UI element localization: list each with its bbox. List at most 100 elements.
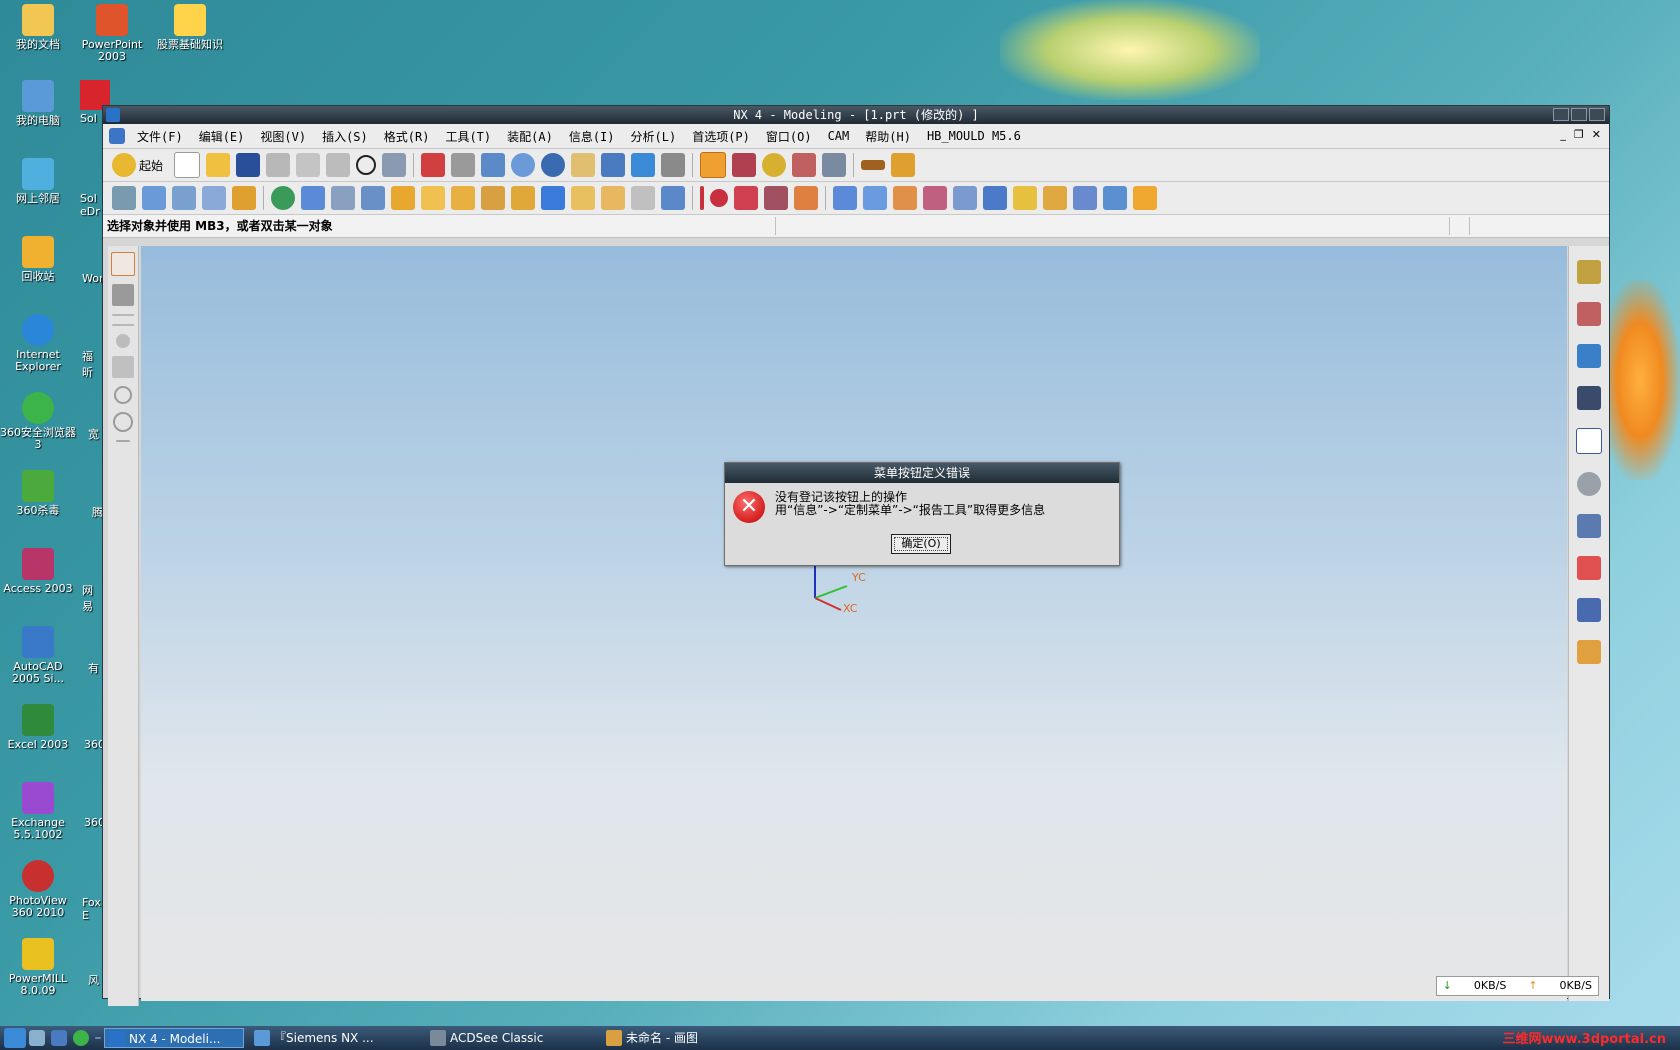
task-nx[interactable]: NX 4 - Modeli... [104,1028,244,1048]
zoom-window-icon[interactable] [451,153,476,177]
curve-ops-icon[interactable] [794,186,818,210]
start-icon[interactable] [112,153,136,177]
boss-icon[interactable] [361,186,385,210]
trim-body-icon[interactable] [601,186,625,210]
web-browser-icon[interactable] [1577,344,1601,368]
desktop-icon-powerpoint[interactable]: PowerPoint 2003 [74,4,150,63]
new-file-icon[interactable] [174,152,201,178]
selection-icon[interactable] [700,152,727,178]
snap-point-icon[interactable] [732,153,757,177]
desktop-icon-foxit[interactable]: 福昕 [82,348,100,380]
pad-icon[interactable] [421,186,445,210]
doc-minimize-icon[interactable]: _ [1560,128,1566,141]
desktop-icon-360-browser[interactable]: 360安全浏览器 3 [0,392,76,451]
swept-surface-icon[interactable] [893,186,917,210]
maximize-button[interactable] [1571,108,1587,121]
training-icon[interactable] [1577,386,1601,410]
fit-icon[interactable] [421,153,446,177]
sweep-icon[interactable] [202,186,226,210]
undo-icon[interactable] [356,155,377,175]
copy-icon[interactable] [296,153,321,177]
desktop-icon-broadband[interactable]: 宽 [88,426,99,442]
groove-icon[interactable] [481,186,505,210]
close-button[interactable] [1589,108,1605,121]
robot-arm-icon[interactable] [112,284,134,306]
help-icon[interactable] [1576,428,1602,454]
render-style-icon[interactable] [661,153,686,177]
assembly-navigator-icon[interactable] [1577,260,1601,284]
desktop-icon-foxmail[interactable]: Fox E [82,896,101,922]
menu-view[interactable]: 视图(V) [252,128,314,145]
menu-tools[interactable]: 工具(T) [437,128,499,145]
profile-icon[interactable] [734,186,758,210]
menu-hb-mould[interactable]: HB_MOULD M5.6 [919,129,1029,143]
desktop-icon-edrawings[interactable]: Sol eDr [80,192,100,218]
part-navigator-icon[interactable] [1577,302,1601,326]
trimmed-sheet-icon[interactable] [1103,186,1127,210]
arc-tool-icon[interactable] [116,334,130,348]
ok-button[interactable]: 确定(O) [891,534,951,554]
window-titlebar[interactable]: NX 4 - Modeling - [1.prt (修改的) ] [103,106,1609,124]
paste-icon[interactable] [326,153,351,177]
pattern-icon[interactable] [661,186,685,210]
layer-icon[interactable] [792,153,817,177]
menu-analysis[interactable]: 分析(L) [623,128,685,145]
extrude-icon[interactable] [142,186,166,210]
desktop-icon-my-computer[interactable]: 我的电脑 [0,80,76,127]
save-icon[interactable] [236,153,261,177]
start-label[interactable]: 起始 [139,157,163,174]
pan-icon[interactable] [571,153,596,177]
quicklaunch-settings-icon[interactable] [29,1030,45,1046]
offset-surface-icon[interactable] [1073,186,1097,210]
revolve-icon[interactable] [172,186,196,210]
menu-preferences[interactable]: 首选项(P) [684,128,758,145]
rotate-icon[interactable] [541,153,566,177]
nx-menu-icon[interactable] [109,128,125,144]
graphics-viewport[interactable]: YC XC [141,246,1567,1001]
sketch-icon[interactable] [112,186,136,210]
history-icon[interactable] [1577,472,1601,496]
desktop-icon-360-antivirus[interactable]: 360杀毒 [0,470,76,517]
desktop-icon-access[interactable]: Access 2003 [0,548,76,595]
start-button[interactable] [4,1028,26,1048]
dialog-title[interactable]: 菜单按钮定义错误 [725,463,1119,483]
desktop-icon-recycle-bin[interactable]: 回收站 [0,236,76,283]
desktop-icon-photoview[interactable]: PhotoView 360 2010 [0,860,76,919]
perspective-icon[interactable] [601,153,626,177]
through-mesh-icon[interactable] [863,186,887,210]
doc-close-icon[interactable]: ✕ [1592,128,1601,141]
menu-insert[interactable]: 插入(S) [314,128,376,145]
hole-icon[interactable] [331,186,355,210]
desktop-icon-autocad[interactable]: AutoCAD 2005 Si... [0,626,76,685]
chamfer-icon[interactable] [541,186,565,210]
doc-restore-icon[interactable]: ❐ [1574,128,1584,141]
n-sided-surface-icon[interactable] [983,186,1007,210]
task-siemens[interactable]: 『Siemens NX ... [250,1028,420,1048]
desktop-icon-you[interactable]: 有 [88,660,99,676]
roles-icon[interactable] [1577,640,1601,664]
bounded-plane-icon[interactable] [953,186,977,210]
edge-blend-icon[interactable] [511,186,535,210]
zoom-in-icon[interactable] [511,153,536,177]
desktop-icon-ie[interactable]: Internet Explorer [0,314,76,373]
shell-icon[interactable] [571,186,595,210]
through-curves-icon[interactable] [833,186,857,210]
orient-view-icon[interactable] [631,153,656,177]
display-icon[interactable] [822,153,847,177]
ruled-icon[interactable] [923,186,947,210]
desktop-icon-wind[interactable]: 风 [88,972,99,988]
measure-icon[interactable] [861,160,886,170]
slot-icon[interactable] [451,186,475,210]
boolean-icon[interactable] [271,186,295,210]
thicken-icon[interactable] [1133,186,1157,210]
quicklaunch-desktop-icon[interactable] [51,1030,67,1046]
tangent-tool-icon[interactable] [112,356,134,378]
cut-icon[interactable] [266,153,291,177]
menu-edit[interactable]: 编辑(E) [191,128,253,145]
zoom-icon[interactable] [481,153,506,177]
selection-filter-icon[interactable] [111,252,135,276]
pocket-icon[interactable] [391,186,415,210]
line2-tool-icon[interactable] [112,324,134,326]
menu-format[interactable]: 格式(R) [376,128,438,145]
extension-icon[interactable] [1013,186,1037,210]
